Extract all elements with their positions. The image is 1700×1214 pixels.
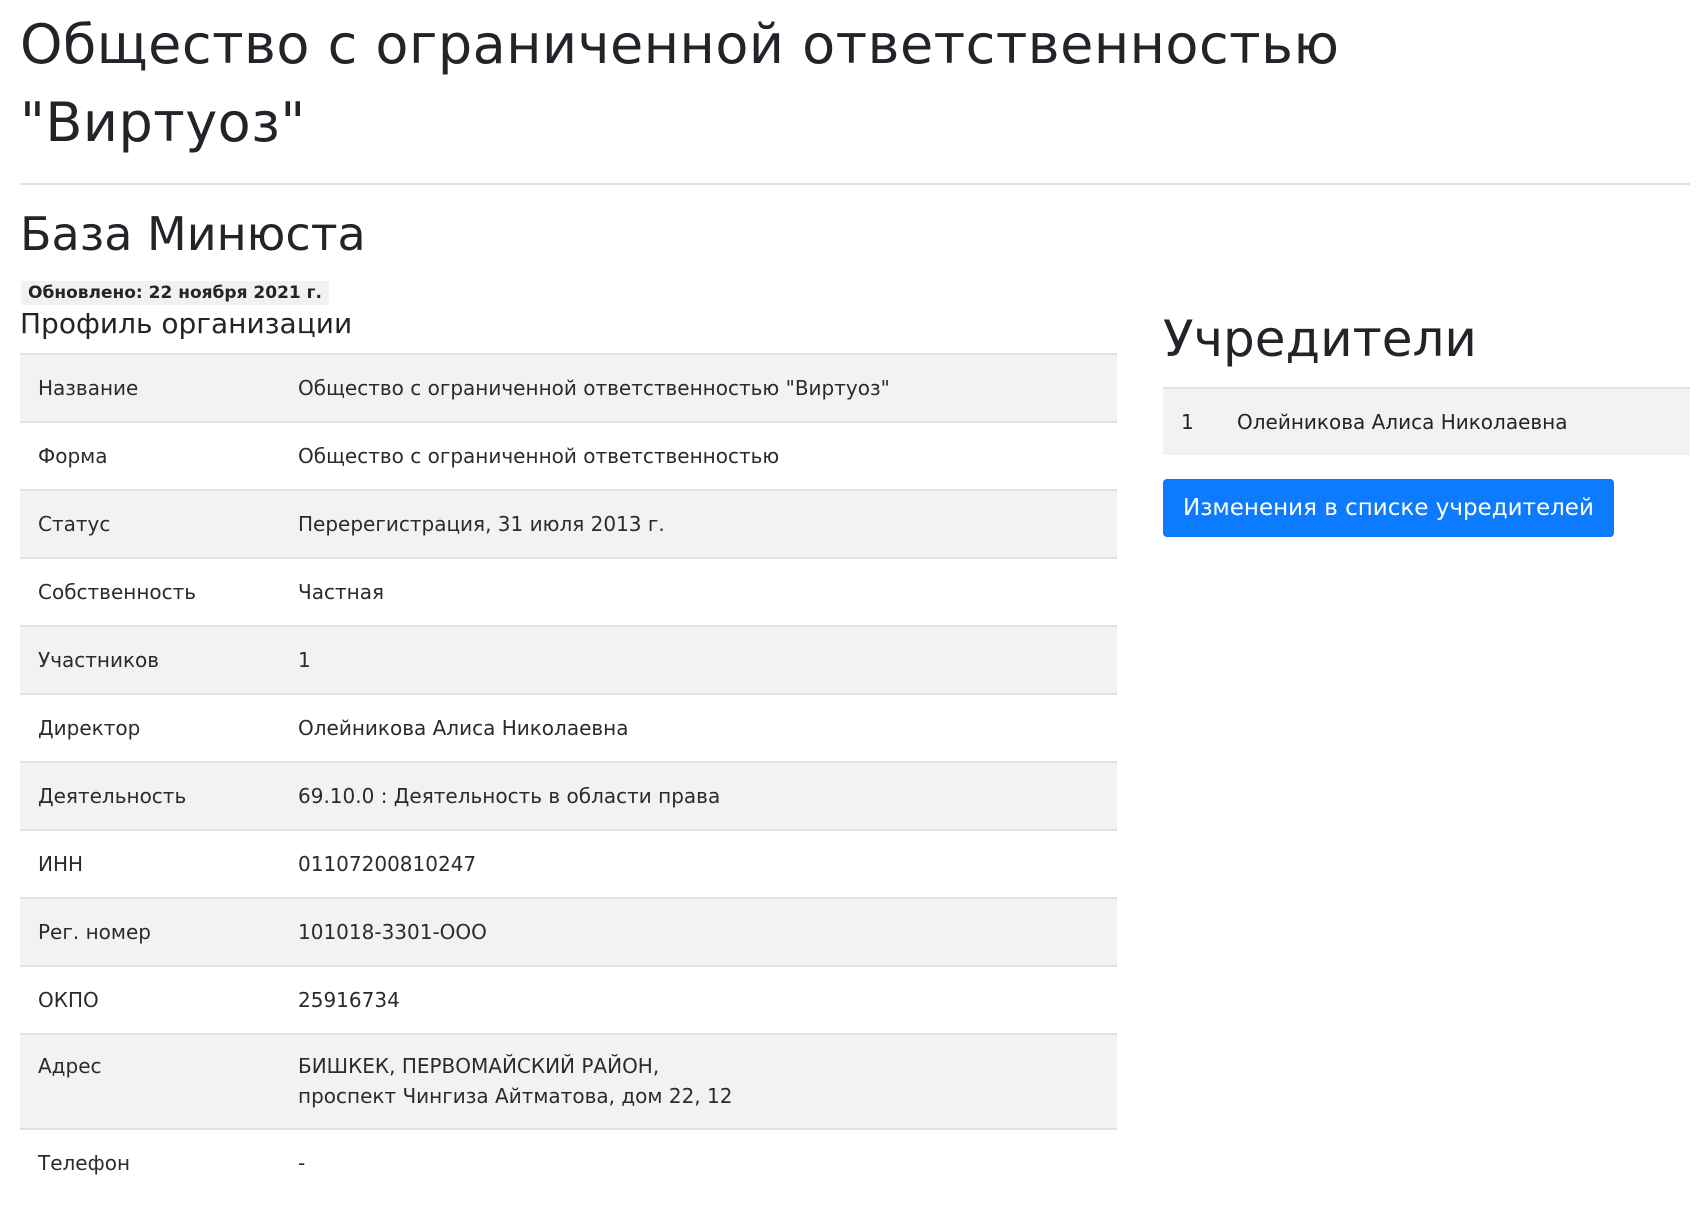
- profile-row-ownership: Собственность Частная: [20, 558, 1117, 626]
- profile-row-status: Статус Перерегистрация, 31 июля 2013 г.: [20, 490, 1117, 558]
- profile-value: Общество с ограниченной ответственностью: [298, 444, 780, 468]
- profile-label: Директор: [38, 716, 141, 740]
- profile-label: Собственность: [38, 580, 197, 604]
- profile-value: 1: [298, 648, 311, 672]
- profile-label: Название: [38, 376, 139, 400]
- profile-row-inn: ИНН 01107200810247: [20, 830, 1117, 898]
- page-title: Общество с ограниченной ответственностью…: [20, 13, 1340, 154]
- profile-title: Профиль организации: [20, 307, 353, 340]
- founder-row: 1 Олейникова Алиса Николаевна: [1163, 388, 1690, 455]
- profile-row-reg-number: Рег. номер 101018-3301-ООО: [20, 898, 1117, 966]
- profile-label: Статус: [38, 512, 111, 536]
- profile-column: Обновлено: 22 ноября 2021 г. Профиль орг…: [20, 281, 1117, 1196]
- profile-row-address: Адрес БИШКЕК, ПЕРВОМАЙСКИЙ РАЙОН, проспе…: [20, 1034, 1117, 1129]
- profile-label: Деятельность: [38, 784, 187, 808]
- founder-number: 1: [1181, 410, 1194, 434]
- profile-label: Участников: [38, 648, 160, 672]
- profile-value: 69.10.0 : Деятельность в области права: [298, 784, 721, 808]
- profile-label: Адрес: [38, 1054, 102, 1078]
- profile-value: 01107200810247: [298, 852, 477, 876]
- profile-row-name: Название Общество с ограниченной ответст…: [20, 354, 1117, 422]
- profile-value: БИШКЕК, ПЕРВОМАЙСКИЙ РАЙОН, проспект Чин…: [280, 1034, 1117, 1129]
- page: Общество с ограниченной ответственностью…: [0, 0, 1700, 1214]
- founders-table: 1 Олейникова Алиса Николаевна: [1163, 387, 1690, 455]
- address-line-1: БИШКЕК, ПЕРВОМАЙСКИЙ РАЙОН,: [298, 1054, 660, 1078]
- founder-name: Олейникова Алиса Николаевна: [1237, 410, 1568, 434]
- section-title: База Минюста: [20, 207, 366, 261]
- profile-label: Телефон: [38, 1151, 131, 1175]
- founders-column: Учредители 1 Олейникова Алиса Николаевна…: [1163, 281, 1690, 537]
- profile-row-director: Директор Олейникова Алиса Николаевна: [20, 694, 1117, 762]
- profile-value: Частная: [298, 580, 384, 604]
- founders-changes-button[interactable]: Изменения в списке учредителей: [1163, 479, 1614, 537]
- profile-value: Общество с ограниченной ответственностью…: [298, 376, 890, 400]
- profile-row-form: Форма Общество с ограниченной ответствен…: [20, 422, 1117, 490]
- founders-title: Учредители: [1163, 310, 1477, 368]
- profile-table: Название Общество с ограниченной ответст…: [20, 353, 1117, 1196]
- profile-label: ОКПО: [38, 988, 99, 1012]
- profile-row-phone: Телефон -: [20, 1129, 1117, 1196]
- profile-row-activity: Деятельность 69.10.0 : Деятельность в об…: [20, 762, 1117, 830]
- profile-label: Форма: [38, 444, 108, 468]
- profile-row-participants: Участников 1: [20, 626, 1117, 694]
- address-line-2: проспект Чингиза Айтматова, дом 22, 12: [298, 1084, 733, 1108]
- profile-value: 101018-3301-ООО: [298, 920, 487, 944]
- profile-value: Олейникова Алиса Николаевна: [298, 716, 629, 740]
- profile-label: Рег. номер: [38, 920, 151, 944]
- profile-value: Перерегистрация, 31 июля 2013 г.: [298, 512, 665, 536]
- profile-label: ИНН: [38, 852, 84, 876]
- profile-value: -: [298, 1151, 306, 1175]
- header-divider: [20, 183, 1690, 185]
- updated-badge: Обновлено: 22 ноября 2021 г.: [21, 281, 329, 305]
- profile-value: 25916734: [298, 988, 400, 1012]
- profile-row-okpo: ОКПО 25916734: [20, 966, 1117, 1034]
